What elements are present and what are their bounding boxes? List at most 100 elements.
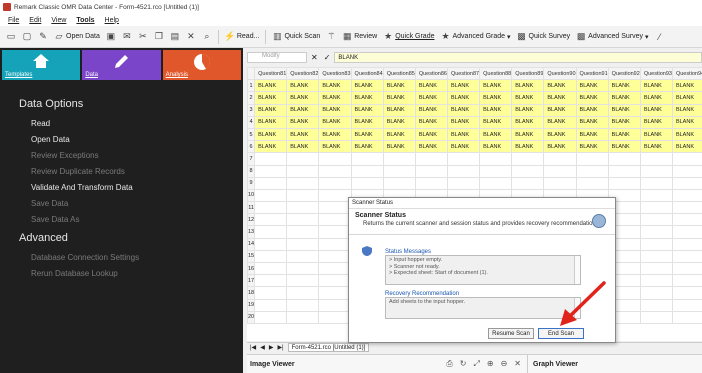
grid-cell[interactable]: BLANK <box>254 115 288 129</box>
column-header[interactable]: Question87 <box>446 67 481 81</box>
grid-cell[interactable] <box>671 310 702 324</box>
end-scan-button[interactable]: End Scan <box>538 328 584 339</box>
grid-cell[interactable]: BLANK <box>607 127 641 142</box>
grid-cell[interactable]: BLANK <box>286 140 320 154</box>
grid-cell[interactable] <box>254 249 288 264</box>
grid-cell[interactable]: BLANK <box>479 140 513 154</box>
row-number[interactable]: 16 <box>247 261 256 276</box>
column-header[interactable]: Question88 <box>479 67 513 81</box>
grid-cell[interactable] <box>286 225 320 239</box>
grid-cell[interactable]: BLANK <box>318 140 352 154</box>
wand-icon[interactable]: ⚚ <box>326 31 336 42</box>
grid-cell[interactable]: BLANK <box>350 91 384 105</box>
grid-cell[interactable] <box>639 164 673 178</box>
grid-cell[interactable] <box>607 164 641 178</box>
cut-icon[interactable]: ✂ <box>138 31 148 42</box>
grid-cell[interactable]: BLANK <box>286 103 320 117</box>
grid-cell[interactable]: BLANK <box>671 91 702 105</box>
nav-validate-transform[interactable]: Validate And Transform Data <box>0 180 243 196</box>
grid-cell[interactable]: BLANK <box>671 115 702 129</box>
grid-cell[interactable]: BLANK <box>671 79 702 93</box>
grid-cell[interactable]: BLANK <box>318 91 352 105</box>
grid-cell[interactable] <box>671 213 702 227</box>
grid-cell[interactable]: BLANK <box>479 115 513 129</box>
grid-cell[interactable] <box>254 164 288 178</box>
grid-cell[interactable] <box>318 274 352 288</box>
row-number[interactable]: 8 <box>247 164 256 178</box>
quick-scan-button[interactable]: ▥ Quick Scan <box>272 31 320 42</box>
sheet-tab[interactable]: Form-4521.rco [Untitled (1)] <box>287 343 370 352</box>
grid-cell[interactable]: BLANK <box>511 127 545 142</box>
grid-cell[interactable]: BLANK <box>639 79 673 93</box>
grid-cell[interactable] <box>286 213 320 227</box>
grid-cell[interactable] <box>414 164 448 178</box>
monitor-icon[interactable]: ▭ <box>6 31 16 42</box>
nav-open-data[interactable]: Open Data <box>0 132 243 148</box>
grid-cell[interactable]: BLANK <box>414 115 448 129</box>
grid-cell[interactable]: BLANK <box>382 103 416 117</box>
grid-cell[interactable]: BLANK <box>479 91 513 105</box>
grid-cell[interactable] <box>286 286 320 300</box>
row-number[interactable]: 1 <box>247 79 256 93</box>
fit-icon[interactable]: ⤢ <box>473 359 479 369</box>
first-sheet-icon[interactable]: |◀ <box>250 344 256 351</box>
grid-cell[interactable]: BLANK <box>511 79 545 93</box>
grid-cell[interactable] <box>446 176 481 190</box>
row-number[interactable]: 9 <box>247 176 256 190</box>
row-number[interactable]: 4 <box>247 115 256 129</box>
grid-cell[interactable]: BLANK <box>639 91 673 105</box>
grid-cell[interactable]: BLANK <box>286 115 320 129</box>
grid-cell[interactable]: BLANK <box>575 140 609 154</box>
data-tile[interactable]: Data <box>82 50 161 80</box>
search-icon[interactable]: ⌕ <box>202 31 212 42</box>
grid-cell[interactable] <box>254 274 288 288</box>
row-number[interactable]: 14 <box>247 237 256 251</box>
grid-cell[interactable] <box>639 237 673 251</box>
grid-cell[interactable] <box>671 286 702 300</box>
analysis-tile[interactable]: Analysis <box>162 50 241 80</box>
grid-cell[interactable] <box>286 201 320 215</box>
grid-cell[interactable] <box>575 164 609 178</box>
grid-cell[interactable]: BLANK <box>446 91 481 105</box>
nav-review-duplicates[interactable]: Review Duplicate Records <box>0 164 243 180</box>
column-header[interactable]: Question81 <box>254 67 288 81</box>
grid-cell[interactable]: BLANK <box>575 103 609 117</box>
grid-cell[interactable]: BLANK <box>318 79 352 93</box>
grid-cell[interactable] <box>254 310 288 324</box>
grid-cell[interactable]: BLANK <box>254 103 288 117</box>
grid-cell[interactable] <box>607 176 641 190</box>
grid-cell[interactable]: BLANK <box>607 79 641 93</box>
grid-cell[interactable] <box>639 176 673 190</box>
grid-cell[interactable]: BLANK <box>511 103 545 117</box>
paste-icon[interactable]: ▤ <box>170 31 180 42</box>
grid-cell[interactable]: BLANK <box>543 79 577 93</box>
grid-cell[interactable]: BLANK <box>543 115 577 129</box>
grid-cell[interactable] <box>511 152 545 166</box>
grid-cell[interactable]: BLANK <box>479 103 513 117</box>
grid-cell[interactable] <box>254 176 288 190</box>
grid-cell[interactable]: BLANK <box>318 127 352 142</box>
grid-cell[interactable] <box>639 225 673 239</box>
grid-cell[interactable]: BLANK <box>575 115 609 129</box>
row-number[interactable]: 17 <box>247 274 256 288</box>
grid-cell[interactable]: BLANK <box>350 103 384 117</box>
grid-cell[interactable] <box>446 152 481 166</box>
grid-cell[interactable] <box>286 310 320 324</box>
grid-cell[interactable]: BLANK <box>511 140 545 154</box>
grid-cell[interactable] <box>543 164 577 178</box>
delete-icon[interactable]: ✕ <box>186 31 196 42</box>
grid-cell[interactable] <box>671 188 702 203</box>
read-button[interactable]: ⚡ Read... <box>224 31 259 42</box>
grid-cell[interactable] <box>286 249 320 264</box>
grid-cell[interactable] <box>382 164 416 178</box>
row-number[interactable]: 6 <box>247 140 256 154</box>
grid-cell[interactable]: BLANK <box>543 91 577 105</box>
grid-cell[interactable]: BLANK <box>575 79 609 93</box>
grid-cell[interactable] <box>639 152 673 166</box>
row-number[interactable]: 2 <box>247 91 256 105</box>
grid-cell[interactable] <box>318 310 352 324</box>
grid-cell[interactable]: BLANK <box>286 127 320 142</box>
grid-cell[interactable] <box>254 298 288 312</box>
grid-cell[interactable]: BLANK <box>446 115 481 129</box>
grid-corner[interactable] <box>247 67 256 81</box>
